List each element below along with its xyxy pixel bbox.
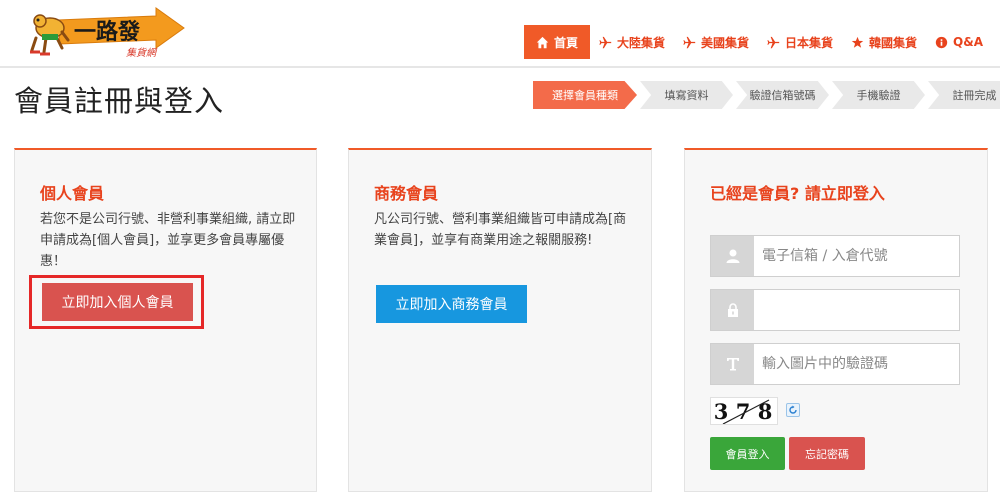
captcha-image: 3 7 8: [710, 397, 778, 425]
nav-item-home[interactable]: 首頁: [523, 25, 590, 59]
nav-label: Q&A: [953, 35, 983, 49]
main-nav: 首頁 大陸集貨 美國集貨 日本集貨 韓國集貨 Q&A: [523, 25, 992, 59]
nav-item-china[interactable]: 大陸集貨: [590, 25, 674, 59]
nav-item-korea[interactable]: 韓國集貨: [842, 25, 926, 59]
step-fill-info: 填寫資料: [640, 81, 733, 109]
personal-member-description: 若您不是公司行號、非營利事業組織, 請立即申請成為[個人會員]，並享更多會員專屬…: [40, 212, 296, 269]
step-phone-verify: 手機驗證: [832, 81, 925, 109]
plane-icon: [767, 36, 780, 48]
login-card: 已經是會員? 請立即登入 3 7 8 會員登入 忘記密碼: [684, 148, 988, 492]
join-personal-button[interactable]: 立即加入個人會員: [42, 283, 193, 321]
captcha-input[interactable]: [754, 344, 959, 384]
site-logo[interactable]: 一路發 集貨網: [28, 6, 188, 62]
password-field: [710, 289, 960, 331]
step-verify-email: 驗證信箱號碼: [736, 81, 829, 109]
email-input[interactable]: [754, 236, 959, 276]
business-member-description: 凡公司行號、營利事業組織皆可申請成為[商業會員]，並享有商業用途之報關服務!: [374, 212, 627, 248]
plane-icon: [683, 36, 696, 48]
refresh-captcha-icon[interactable]: [786, 403, 800, 417]
business-member-title: 商務會員: [374, 184, 439, 203]
site-header: 一路發 集貨網 首頁 大陸集貨 美國集貨 日本集貨 韓國集貨 Q&A: [0, 0, 1000, 68]
nav-label: 韓國集貨: [869, 35, 918, 50]
captcha-field: [710, 343, 960, 385]
step-select-member-type: 選擇會員種類: [533, 81, 637, 109]
registration-steps: 選擇會員種類 填寫資料 驗證信箱號碼 手機驗證 註冊完成: [533, 81, 1000, 109]
nav-item-usa[interactable]: 美國集貨: [674, 25, 758, 59]
home-icon: [536, 36, 549, 48]
nav-item-japan[interactable]: 日本集貨: [758, 25, 842, 59]
nav-label: 首頁: [553, 35, 578, 50]
join-business-button[interactable]: 立即加入商務會員: [376, 285, 527, 323]
logo-subtext: 集貨網: [126, 47, 158, 59]
logo-text: 一路發: [74, 19, 140, 45]
star-icon: [851, 36, 864, 48]
plane-icon: [599, 36, 612, 48]
user-icon: [711, 236, 754, 276]
info-icon: [935, 36, 948, 48]
nav-label: 大陸集貨: [616, 35, 665, 50]
forgot-password-button[interactable]: 忘記密碼: [789, 437, 865, 470]
text-icon: [711, 344, 754, 384]
nav-label: 日本集貨: [785, 35, 834, 50]
email-field: [710, 235, 960, 277]
page-title: 會員註冊與登入: [14, 84, 225, 118]
personal-member-title: 個人會員: [40, 184, 105, 203]
lock-icon: [711, 290, 754, 330]
step-complete: 註冊完成: [928, 81, 1000, 109]
nav-label: 美國集貨: [701, 35, 750, 50]
nav-item-qa[interactable]: Q&A: [926, 25, 992, 59]
personal-member-card: 個人會員 若您不是公司行號、非營利事業組織, 請立即申請成為[個人會員]，並享更…: [14, 148, 317, 492]
business-member-card: 商務會員 凡公司行號、營利事業組織皆可申請成為[商業會員]，並享有商業用途之報關…: [348, 148, 652, 492]
login-button[interactable]: 會員登入: [710, 437, 785, 470]
login-title: 已經是會員? 請立即登入: [710, 184, 885, 203]
password-input[interactable]: [754, 290, 959, 330]
